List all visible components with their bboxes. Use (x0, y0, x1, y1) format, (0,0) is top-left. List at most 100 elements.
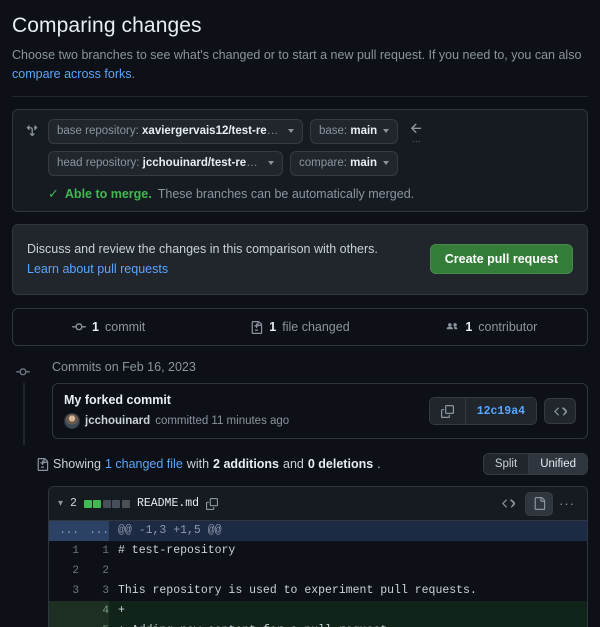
subtitle-period: . (131, 67, 135, 82)
line-code (109, 561, 587, 581)
stat-commits-count: 1 (92, 320, 99, 334)
diff-row-addition: 5 + Adding new content for a pull reques… (49, 621, 587, 627)
copy-path-icon[interactable] (206, 497, 219, 510)
compare-branch-label: compare: main (299, 157, 377, 169)
people-icon (445, 320, 459, 334)
commit-actions: 12c19a4 (428, 397, 576, 425)
stat-contributors-count: 1 (465, 320, 473, 334)
line-old-number: 2 (49, 561, 79, 581)
page-header: Comparing changes Choose two branches to… (12, 0, 588, 97)
file-diff-header-actions: ··· (494, 491, 578, 516)
chevron-down-icon (382, 161, 389, 166)
commit-timestamp: committed 11 minutes ago (155, 415, 290, 427)
branch-selection-box: base repository: xaviergervais12/test-re… (12, 108, 588, 212)
header-divider (12, 95, 588, 97)
with-label: with (186, 457, 210, 471)
commit-author[interactable]: jcchouinard (85, 415, 150, 427)
diff-square-neutral (112, 499, 121, 508)
compare-branch-prefix: compare: (299, 157, 347, 170)
copy-icon (440, 404, 454, 418)
file-diff-header: ▾ 2 README.md ··· (49, 487, 587, 521)
base-branch-prefix: base: (319, 125, 348, 138)
hunk-new-gutter: ... (79, 521, 109, 541)
base-branch-select[interactable]: base: main (310, 118, 399, 144)
commits-timeline: Commits on Feb 16, 2023 My forked commit… (12, 360, 588, 445)
file-diff-icon (250, 320, 263, 334)
merge-status-bold: Able to merge. (64, 186, 152, 201)
base-repo-value: xaviergervais12/test-reposito… (142, 125, 282, 138)
commit-meta: jcchouinard committed 11 minutes ago (64, 413, 289, 429)
comparison-stats-bar: 1 commit 1 file changed 1 contributor (12, 308, 588, 346)
stat-contributors[interactable]: 1 contributor (396, 320, 587, 334)
chevron-down-icon[interactable]: ▾ (58, 498, 63, 509)
merge-status: ✓ Able to merge. These branches can be a… (48, 187, 577, 201)
head-repository-label: head repository: jcchouinard/test-reposi… (57, 157, 262, 169)
diff-square-neutral (102, 499, 111, 508)
stat-files-count: 1 (269, 320, 277, 334)
stat-files-label: file changed (282, 320, 350, 334)
and-label: and (283, 457, 304, 471)
commits-date-header: Commits on Feb 16, 2023 (52, 360, 196, 374)
banner-line-1: Discuss and review the changes in this c… (27, 241, 378, 256)
file-diff-readme: ▾ 2 README.md ··· ... ... @@ -1,3 +1,5 @… (48, 486, 588, 627)
stat-commits[interactable]: 1 commit (13, 320, 204, 334)
copy-sha-button[interactable] (429, 398, 465, 424)
chevron-down-icon (268, 161, 274, 166)
base-repo-prefix: base repository: (57, 125, 139, 138)
diff-summary-text: Showing 1 changed file with 2 additions … (36, 457, 381, 471)
summary-period: . (377, 457, 381, 471)
commit-icon (72, 320, 87, 334)
page-title: Comparing changes (12, 14, 202, 37)
head-repository-select[interactable]: head repository: jcchouinard/test-reposi… (48, 150, 283, 176)
diff-square-add (83, 499, 92, 508)
stat-contributors-label: contributor (478, 320, 538, 334)
pull-request-banner: Discuss and review the changes in this c… (12, 223, 588, 295)
commit-sha-button[interactable]: 12c19a4 (464, 398, 536, 424)
file-icon (534, 497, 545, 510)
view-code-button[interactable] (494, 492, 522, 516)
base-branch-label: base: main (319, 125, 377, 137)
subtitle-text: Choose two branches to see what's change… (12, 48, 582, 62)
diff-row-context: 2 2 (49, 561, 587, 581)
git-compare-icon (23, 124, 41, 138)
kebab-icon[interactable]: ··· (556, 496, 578, 511)
changed-files-link[interactable]: 1 changed file (105, 457, 183, 471)
hunk-header-code: @@ -1,3 +1,5 @@ (109, 521, 587, 541)
compare-branch-select[interactable]: compare: main (290, 150, 398, 176)
split-view-button[interactable]: Split (483, 454, 529, 474)
chevron-down-icon (383, 129, 390, 134)
diff-view-toggle: Split Unified (482, 453, 588, 475)
commit-title[interactable]: My forked commit (64, 393, 289, 407)
compare-across-forks-link[interactable]: compare across forks (12, 67, 131, 81)
base-repository-select[interactable]: base repository: xaviergervais12/test-re… (48, 118, 303, 144)
diff-table: ... ... @@ -1,3 +1,5 @@ 1 1 # test-repos… (49, 521, 587, 627)
commit-row: My forked commit jcchouinard committed 1… (52, 383, 588, 439)
browse-repository-button[interactable] (544, 398, 576, 424)
check-icon: ✓ (48, 186, 59, 202)
commit-sha: 12c19a4 (476, 404, 525, 418)
line-new-number: 1 (79, 541, 109, 561)
file-name[interactable]: README.md (137, 497, 199, 510)
commit-info: My forked commit jcchouinard committed 1… (64, 393, 289, 429)
deletions-count: 0 deletions (307, 457, 374, 471)
diff-square-neutral (121, 499, 130, 508)
line-new-number: 5 (79, 621, 109, 627)
unified-view-button[interactable]: Unified (528, 454, 587, 474)
create-pull-request-button[interactable]: Create pull request (429, 244, 573, 275)
page-subtitle: Choose two branches to see what's change… (12, 46, 588, 85)
diff-stat-squares (83, 499, 130, 508)
file-diff-header-left: ▾ 2 README.md (58, 497, 219, 510)
diff-square-add (93, 499, 102, 508)
learn-about-pull-requests-link[interactable]: Learn about pull requests (27, 262, 168, 276)
line-old-number (49, 601, 79, 621)
compare-branch-value: main (350, 157, 377, 170)
diff-row-context: 3 3 This repository is used to experimen… (49, 581, 587, 601)
view-file-button[interactable] (525, 491, 553, 516)
stat-files-changed[interactable]: 1 file changed (204, 320, 395, 334)
comparing-changes-page: Comparing changes Choose two branches to… (0, 0, 600, 627)
file-diff-icon (36, 457, 49, 471)
line-old-number: 1 (49, 541, 79, 561)
line-code: + (109, 601, 587, 621)
avatar (64, 413, 80, 429)
line-code: + Adding new content for a pull request (109, 621, 587, 627)
